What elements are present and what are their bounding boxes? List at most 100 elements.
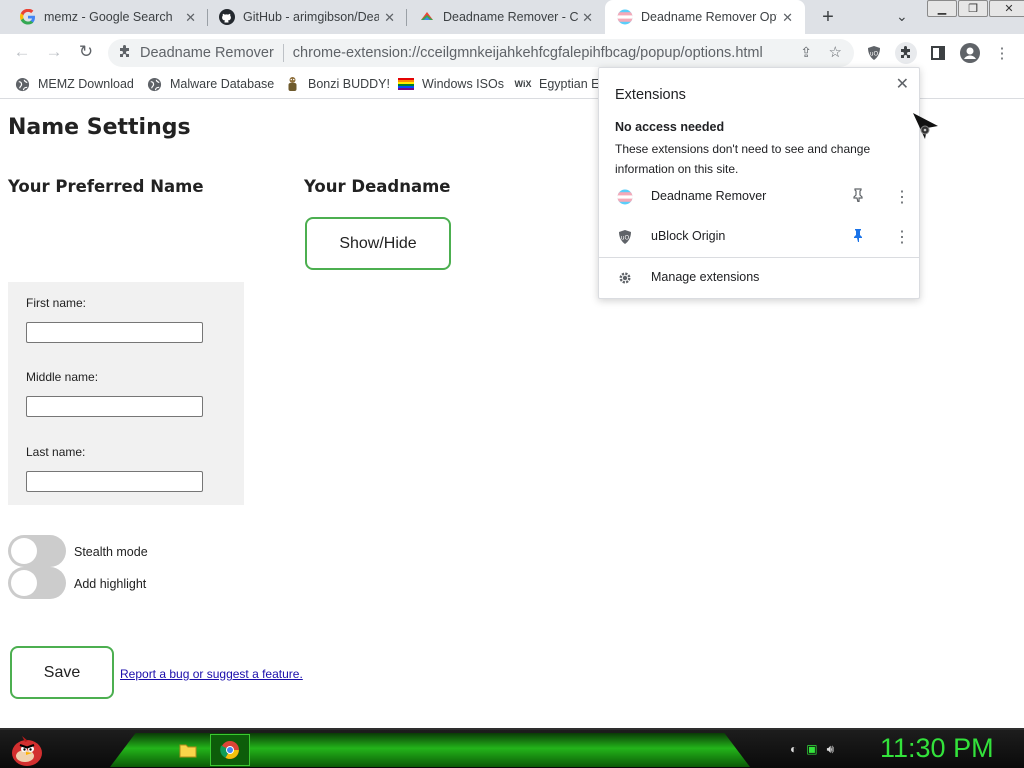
puzzle-icon xyxy=(118,44,132,62)
extensions-popup: Extensions ✕ No access needed These exte… xyxy=(598,67,920,299)
bookmark-star-icon[interactable]: ☆ xyxy=(829,43,842,61)
chrome-icon xyxy=(220,741,239,759)
network-icon[interactable]: ▣ xyxy=(806,742,817,757)
more-options-icon[interactable]: ⋮ xyxy=(894,187,910,207)
ublock-icon: uO xyxy=(617,229,633,245)
wix-icon: WiX xyxy=(514,79,532,89)
tab-close-icon[interactable]: ✕ xyxy=(384,10,395,26)
pin-icon[interactable] xyxy=(852,188,864,205)
tab-deadname-options[interactable]: Deadname Remover Opt ✕ xyxy=(605,0,805,34)
extension-name: Deadname Remover xyxy=(651,189,767,203)
tab-search-chevron-icon[interactable]: ⌄ xyxy=(896,8,908,25)
tab-strip: memz - Google Search ✕ GitHub - arimgibs… xyxy=(0,0,1024,34)
trans-flag-icon xyxy=(617,189,633,205)
volume-icon[interactable]: 🔊︎ xyxy=(827,742,835,757)
extensions-puzzle-icon[interactable] xyxy=(895,42,917,64)
forward-arrow-icon[interactable]: → xyxy=(43,42,65,62)
save-button[interactable]: Save xyxy=(10,646,114,699)
new-tab-plus-icon[interactable]: + xyxy=(818,6,838,29)
middle-name-input[interactable] xyxy=(26,396,203,417)
middle-name-label: Middle name: xyxy=(26,370,99,384)
bookmark-label: Egyptian Er xyxy=(539,77,604,91)
manage-extensions-row[interactable]: Manage extensions xyxy=(599,260,919,296)
gear-icon xyxy=(617,270,633,286)
taskbar-chrome-button[interactable] xyxy=(210,734,250,766)
restore-icon[interactable]: ❐ xyxy=(958,0,988,17)
github-icon xyxy=(219,9,235,25)
preferred-name-heading: Your Preferred Name xyxy=(8,177,204,196)
popup-title: Extensions xyxy=(615,87,686,103)
tab-label: Deadname Remover Opt xyxy=(641,10,777,24)
mouse-cursor-icon xyxy=(912,112,940,145)
toggle-knob xyxy=(11,570,37,596)
back-arrow-icon[interactable]: ← xyxy=(11,42,33,62)
tab-close-icon[interactable]: ✕ xyxy=(582,10,593,26)
url-text: chrome-extension://cceilgmnkeijahkehfcgf… xyxy=(292,45,763,61)
globe-icon xyxy=(14,76,30,92)
manage-extensions-label: Manage extensions xyxy=(651,270,760,284)
rainbow-flag-icon xyxy=(398,76,414,92)
bookmark-label: MEMZ Download xyxy=(38,77,134,91)
preferred-name-form: First name: Middle name: Last name: xyxy=(8,282,244,505)
omnibox-separator xyxy=(282,44,284,62)
popup-divider xyxy=(599,257,919,258)
report-bug-link[interactable]: Report a bug or suggest a feature. xyxy=(120,667,303,681)
bookmark-label: Windows ISOs xyxy=(422,77,504,91)
extension-name: uBlock Origin xyxy=(651,229,726,243)
tab-close-icon[interactable]: ✕ xyxy=(782,10,793,26)
stealth-mode-toggle[interactable] xyxy=(8,535,66,567)
bonzi-icon xyxy=(284,76,300,92)
reload-icon[interactable]: ↻ xyxy=(75,42,97,62)
address-bar[interactable]: Deadname Remover chrome-extension://ccei… xyxy=(108,39,854,67)
taskbar-explorer-button[interactable] xyxy=(168,734,208,766)
bookmark-windows-isos[interactable]: Windows ISOs xyxy=(398,76,504,92)
tab-label: memz - Google Search xyxy=(44,10,173,24)
angry-bird-start-icon[interactable] xyxy=(8,732,46,768)
extension-row-deadname-remover[interactable]: Deadname Remover ⋮ xyxy=(599,179,919,215)
toggle-knob xyxy=(11,538,37,564)
folder-icon xyxy=(179,744,197,758)
bookmark-label: Malware Database xyxy=(170,77,275,91)
taskbar: ◐ ▣ 🔊︎ 11:30 PM xyxy=(0,728,1024,768)
tab-close-icon[interactable]: ✕ xyxy=(185,10,196,26)
popup-close-icon[interactable]: ✕ xyxy=(896,74,909,94)
last-name-input[interactable] xyxy=(26,471,203,492)
tab-separator xyxy=(207,9,208,26)
tab-chrome-web-store[interactable]: Deadname Remover - Ch ✕ xyxy=(407,0,605,34)
more-options-icon[interactable]: ⋮ xyxy=(894,227,910,247)
bookmark-egyptian[interactable]: WiX Egyptian Er xyxy=(515,76,604,92)
first-name-label: First name: xyxy=(26,296,87,310)
minimize-icon[interactable]: ▁ xyxy=(927,0,957,17)
bookmark-memz-download[interactable]: MEMZ Download xyxy=(14,76,134,92)
tab-github[interactable]: GitHub - arimgibson/Dea ✕ xyxy=(209,0,407,34)
bookmark-bonzi-buddy[interactable]: Bonzi BUDDY! xyxy=(284,76,390,92)
site-name: Deadname Remover xyxy=(140,45,274,61)
bookmark-malware-database[interactable]: Malware Database xyxy=(146,76,274,92)
pin-filled-icon[interactable] xyxy=(852,228,864,245)
add-highlight-toggle[interactable] xyxy=(8,567,66,599)
last-name-label: Last name: xyxy=(26,445,86,459)
svg-text:uO: uO xyxy=(870,51,879,58)
bookmark-label: Bonzi BUDDY! xyxy=(308,77,390,91)
add-highlight-label: Add highlight xyxy=(74,577,147,591)
profile-avatar-icon[interactable] xyxy=(959,42,981,64)
stealth-mode-label: Stealth mode xyxy=(74,545,148,559)
tab-label: GitHub - arimgibson/Dea xyxy=(243,10,379,24)
no-access-description: These extensions don't need to see and c… xyxy=(615,142,871,176)
chrome-store-icon xyxy=(419,9,435,25)
deadname-heading: Your Deadname xyxy=(304,177,451,196)
side-panel-icon[interactable] xyxy=(927,42,949,64)
trans-flag-icon xyxy=(617,9,633,25)
share-icon[interactable]: ⇪ xyxy=(800,44,812,61)
ublock-icon[interactable]: uO xyxy=(863,42,885,64)
window-close-icon[interactable]: ✕ xyxy=(989,0,1024,17)
taskbar-clock[interactable]: 11:30 PM xyxy=(880,733,994,764)
show-hide-button[interactable]: Show/Hide xyxy=(305,217,451,270)
kebab-menu-icon[interactable]: ⋮ xyxy=(991,42,1013,64)
svg-text:uO: uO xyxy=(621,235,630,242)
first-name-input[interactable] xyxy=(26,322,203,343)
system-tray: ◐ ▣ 🔊︎ xyxy=(790,742,834,757)
tab-google-search[interactable]: memz - Google Search ✕ xyxy=(0,0,208,34)
tray-app-icon[interactable]: ◐ xyxy=(790,742,797,757)
extension-row-ublock-origin[interactable]: uO uBlock Origin ⋮ xyxy=(599,219,919,255)
